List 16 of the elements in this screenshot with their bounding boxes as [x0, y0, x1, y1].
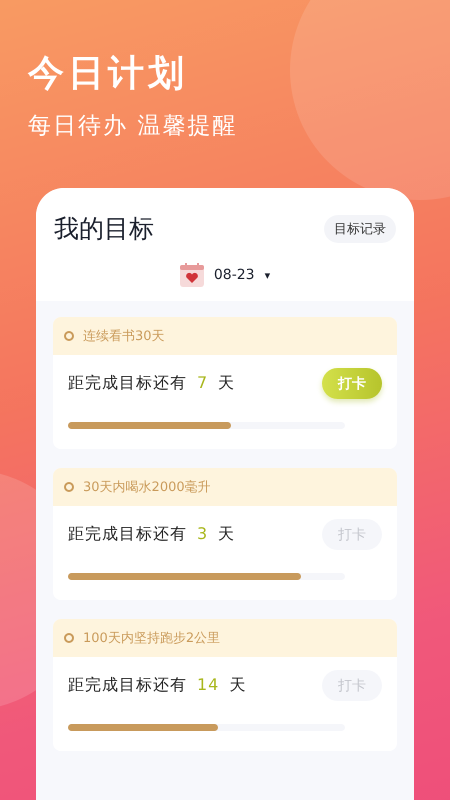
- circle-icon: [64, 331, 74, 341]
- date-text: 08-23: [214, 267, 255, 283]
- caret-icon[interactable]: ▾: [264, 268, 270, 282]
- panel-title: 我的目标: [54, 213, 154, 245]
- remaining-days-text: 距完成目标还有 3 天: [68, 524, 236, 545]
- remaining-days-text: 距完成目标还有 14 天: [68, 675, 246, 696]
- circle-icon: [64, 633, 74, 643]
- remaining-days-text: 距完成目标还有 7 天: [68, 373, 236, 394]
- page-title: 今日计划: [28, 52, 189, 96]
- circle-icon: [64, 482, 74, 492]
- page-subtitle: 每日待办 温馨提醒: [28, 112, 238, 141]
- check-in-button[interactable]: 打卡: [322, 368, 382, 399]
- goal-name: 100天内坚持跑步2公里: [83, 630, 220, 647]
- goal-record-button[interactable]: 目标记录: [324, 214, 396, 242]
- goal-name: 30天内喝水2000毫升: [83, 479, 211, 496]
- goal-name: 连续看书30天: [83, 328, 165, 345]
